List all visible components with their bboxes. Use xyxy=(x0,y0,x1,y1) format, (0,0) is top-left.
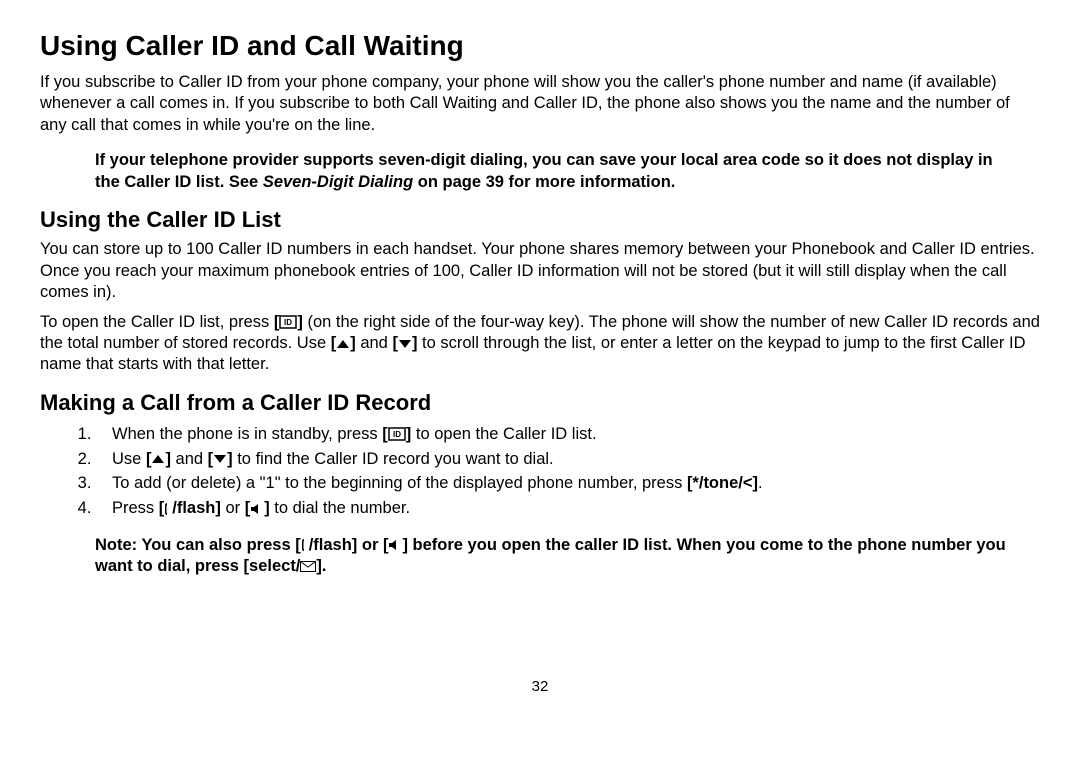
mail-icon xyxy=(300,561,316,572)
up-arrow-icon xyxy=(151,454,165,464)
paragraph-intro: If you subscribe to Caller ID from your … xyxy=(40,72,1040,136)
heading-caller-id-waiting: Using Caller ID and Call Waiting xyxy=(40,30,1040,62)
steps-list: When the phone is in standby, press [ID]… xyxy=(96,422,1040,521)
paragraph-storage: You can store up to 100 Caller ID number… xyxy=(40,239,1040,303)
page-number: 32 xyxy=(40,678,1040,695)
id-icon: ID xyxy=(388,427,406,441)
note-seven-digit: If your telephone provider supports seve… xyxy=(95,150,1020,193)
down-arrow-icon xyxy=(213,454,227,464)
step-1: When the phone is in standby, press [ID]… xyxy=(96,422,1040,447)
down-arrow-icon xyxy=(398,339,412,349)
talk-icon xyxy=(301,538,309,552)
step-3: To add (or delete) a "1" to the beginnin… xyxy=(96,471,1040,496)
paragraph-open-list: To open the Caller ID list, press [ID] (… xyxy=(40,312,1040,376)
id-icon: ID xyxy=(279,315,297,329)
heading-caller-id-list: Using the Caller ID List xyxy=(40,207,1040,233)
step-4: Press [/flash] or [] to dial the number. xyxy=(96,496,1040,521)
heading-making-call: Making a Call from a Caller ID Record xyxy=(40,390,1040,416)
step-2: Use [] and [] to find the Caller ID reco… xyxy=(96,447,1040,472)
svg-text:ID: ID xyxy=(284,318,292,327)
speaker-icon xyxy=(388,539,402,551)
up-arrow-icon xyxy=(336,339,350,349)
note-alternate-dial: Note: You can also press [/flash] or [] … xyxy=(95,535,1020,578)
svg-text:ID: ID xyxy=(393,430,401,439)
speaker-icon xyxy=(250,503,264,515)
